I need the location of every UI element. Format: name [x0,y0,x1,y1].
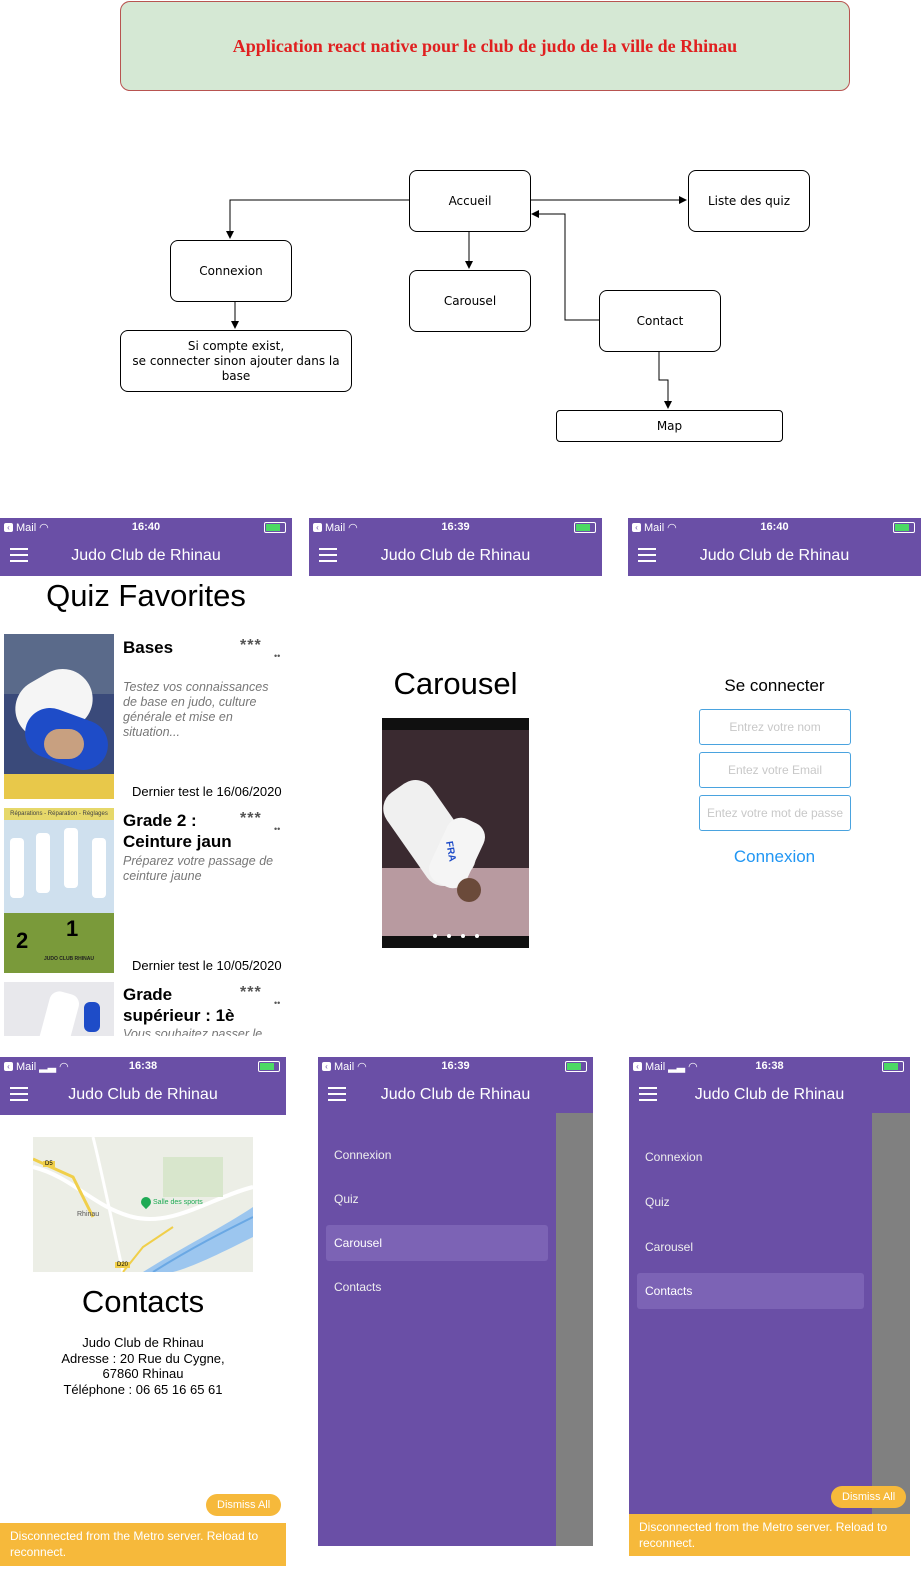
quiz-desc: Testez vos connaissances de base en judo… [123,680,269,739]
drawer-item-connexion[interactable]: Connexion [326,1137,548,1173]
dismiss-all-button[interactable]: Dismiss All [206,1494,282,1516]
map-road-label: D20 [115,1262,131,1268]
app-bar: Judo Club de Rhinau [0,536,292,576]
node-compte: Si compte exist, se connecter sinon ajou… [120,330,352,392]
metro-banner[interactable]: Disconnected from the Metro server. Relo… [0,1523,286,1566]
battery-icon [882,1061,904,1072]
rating-stars[interactable]: *** [240,810,262,828]
quiz-title[interactable]: Bases [123,637,173,658]
status-bar: ‹ Mail ▂▃ ◠ 16:38 [0,1057,286,1075]
battery-icon [565,1061,587,1072]
node-carousel: Carousel [409,270,531,332]
quiz-date: Dernier test le 10/05/2020 [132,958,282,973]
contacts-details: Judo Club de Rhinau Adresse : 20 Rue du … [0,1335,286,1397]
phone-quiz: ‹ Mail ◠ 16:40 Judo Club de Rhinau Quiz Fa… [0,518,292,1036]
carousel-pagination[interactable] [382,925,529,943]
rating-stars[interactable]: *** [240,637,262,655]
app-title: Judo Club de Rhinau [694,1086,845,1103]
email-input[interactable] [699,752,851,788]
node-connexion: Connexion [170,240,292,302]
phone-contacts: ‹ Mail ▂▃ ◠ 16:38 Judo Club de Rhinau D5 D2… [0,1057,286,1566]
drawer-item-connexion[interactable]: Connexion [637,1139,864,1175]
phone-drawer-carousel: ‹ Mail ◠ 16:39 Judo Club de Rhinau Connexi… [318,1057,593,1546]
drawer-item-carousel[interactable]: Carousel [637,1229,864,1265]
quiz-title[interactable]: Grade 2 : Ceinture jaun [123,810,233,852]
rating-more-icon: •• [274,651,281,661]
quiz-heading: Quiz Favorites [46,578,246,613]
contacts-line: Téléphone : 06 65 16 65 61 [63,1381,223,1397]
metro-banner[interactable]: Disconnected from the Metro server. Relo… [629,1514,910,1556]
quiz-title[interactable]: Grade supérieur : 1è [123,984,238,1026]
battery-icon [264,522,286,533]
battery-icon [893,522,915,533]
status-bar: ‹ Mail ◠ 16:40 [628,518,921,536]
drawer-item-quiz[interactable]: Quiz [637,1184,864,1220]
app-bar: Judo Club de Rhinau [318,1075,593,1113]
status-bar: ‹ Mail ◠ 16:39 [309,518,602,536]
edge-contact-accueil [531,210,600,321]
connexion-button[interactable]: Connexion [628,847,921,867]
node-map: Map [556,410,783,442]
edge-contact-map [658,350,672,409]
nav-drawer: Connexion Quiz Carousel Contacts [318,1113,556,1546]
phone-carousel: ‹ Mail ◠ 16:39 Judo Club de Rhinau Carouse… [309,518,602,1036]
app-title: Judo Club de Rhinau [380,1086,531,1103]
battery-icon [574,522,596,533]
app-bar: Judo Club de Rhinau [0,1075,286,1115]
quiz-desc: Vous souhaitez passer le [123,1027,263,1036]
phone-drawer-contacts: ‹ Mail ▂▃ ◠ 16:38 Judo Club de Rhinau Conne… [629,1057,910,1556]
app-title: Judo Club de Rhinau [68,1086,218,1103]
contacts-line: Adresse : 20 Rue du Cygne, [61,1350,225,1366]
contacts-heading: Contacts [81,1284,205,1319]
drawer-item-contacts[interactable]: Contacts [637,1273,864,1309]
name-input[interactable] [699,709,851,745]
phone-login: ‹ Mail ◠ 16:40 Judo Club de Rhinau Se conn… [628,518,921,1036]
node-accueil: Accueil [409,170,531,232]
app-title: Judo Club de Rhinau [71,547,221,564]
login-heading: Se connecter [724,676,825,695]
app-title: Judo Club de Rhinau [699,547,850,564]
rating-more-icon: •• [274,824,281,834]
quiz-photo-bases[interactable] [4,634,114,799]
app-bar: Judo Club de Rhinau [629,1075,910,1113]
drawer-item-contacts[interactable]: Contacts [326,1269,548,1305]
carousel-slide[interactable]: FRA [382,718,529,948]
dismiss-all-button[interactable]: Dismiss All [831,1486,907,1508]
rating-stars[interactable]: *** [240,984,262,1002]
status-bar: ‹ Mail ◠ 16:40 [0,518,292,536]
node-liste-quiz: Liste des quiz [688,170,810,232]
battery-icon [258,1061,280,1072]
contacts-line: Judo Club de Rhinau [82,1335,204,1350]
carousel-heading: Carousel [393,666,518,701]
app-title: Judo Club de Rhinau [380,547,531,564]
quiz-date: Dernier test le 16/06/2020 [132,784,282,799]
map-road-label: D5 [43,1161,55,1167]
quiz-photo-superieur[interactable] [4,982,114,1036]
map-poi-label: Salle des sports [153,1199,203,1206]
quiz-photo-grade2[interactable]: Réparations - Réparation - Réglages 2 1 … [4,808,114,973]
rating-more-icon: •• [274,998,281,1008]
quiz-desc: Préparez votre passage de ceinture jaune [123,854,274,883]
contact-map[interactable]: D5 D20 Rhinau Salle des sports [33,1137,253,1272]
drawer-scrim[interactable] [556,1113,593,1546]
drawer-item-quiz[interactable]: Quiz [326,1181,548,1217]
map-town-label: Rhinau [77,1211,100,1218]
node-contact: Contact [599,290,721,352]
status-bar: ‹ Mail ◠ 16:39 [318,1057,593,1075]
contacts-line: 67860 Rhinau [102,1366,184,1381]
password-input[interactable] [699,795,851,831]
edge-accueil-connexion [226,199,410,239]
app-bar: Judo Club de Rhinau [628,536,921,576]
drawer-item-carousel[interactable]: Carousel [326,1225,548,1261]
app-bar: Judo Club de Rhinau [309,536,602,576]
status-bar: ‹ Mail ▂▃ ◠ 16:38 [629,1057,910,1075]
